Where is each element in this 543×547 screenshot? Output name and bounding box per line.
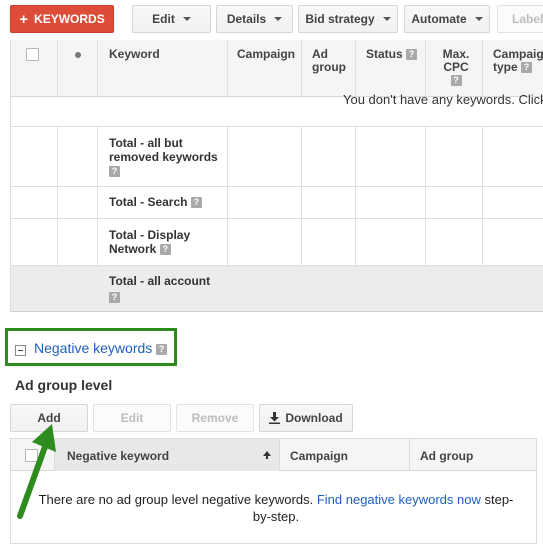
negative-campaign-column-header[interactable]: Campaign bbox=[280, 439, 410, 471]
total-search-label: Total - Search ? bbox=[109, 195, 202, 209]
labels-dropdown[interactable]: Labels bbox=[497, 5, 543, 33]
campaign-type-column-title: Campaign type ? bbox=[493, 48, 543, 74]
download-icon bbox=[269, 412, 281, 424]
edit-button-label: Edit bbox=[120, 411, 144, 425]
automate-dropdown-label: Automate bbox=[411, 12, 467, 26]
status-dot-icon bbox=[75, 52, 81, 58]
help-icon[interactable]: ? bbox=[156, 343, 168, 355]
total-row-search: Total - Search ? bbox=[11, 187, 543, 219]
edit-button[interactable]: Edit bbox=[93, 404, 171, 432]
edit-dropdown-label: Edit bbox=[152, 12, 175, 26]
empty-message-row: You don't have any keywords. Click bbox=[11, 92, 543, 127]
total-all-but-removed-label: Total - all but removed keywords ? bbox=[109, 136, 219, 178]
remove-button-label: Remove bbox=[191, 411, 239, 425]
keyword-column-label: Keyword bbox=[109, 47, 160, 61]
negative-keyword-column-header[interactable]: Negative keyword bbox=[55, 439, 280, 471]
negative-ad-group-column-header[interactable]: Ad group bbox=[410, 439, 536, 471]
negative-keyword-column-label: Negative keyword bbox=[67, 449, 170, 463]
total-account-text: Total - all account bbox=[109, 274, 211, 288]
negative-campaign-column-label: Campaign bbox=[290, 449, 349, 463]
help-icon[interactable]: ? bbox=[109, 166, 120, 178]
total-row-all-but-removed: Total - all but removed keywords ? bbox=[11, 127, 543, 187]
help-icon[interactable]: ? bbox=[159, 244, 171, 256]
keywords-table: Keyword Campaign Ad group Status ? Max. … bbox=[10, 40, 543, 312]
total-all-but-removed-text: Total - all but removed keywords bbox=[109, 136, 218, 164]
caret-down-icon bbox=[382, 17, 391, 21]
arrow-annotation bbox=[17, 424, 56, 519]
keywords-button-label: KEYWORDS bbox=[34, 12, 105, 26]
select-all-checkbox[interactable] bbox=[26, 48, 39, 61]
help-icon[interactable]: ? bbox=[109, 291, 120, 303]
negative-keywords-highlight: Negative keywords ? bbox=[5, 328, 177, 366]
caret-down-icon bbox=[274, 17, 283, 21]
total-account-label: Total - all account? bbox=[109, 274, 210, 303]
negative-keywords-table: Negative keyword Campaign Ad group There… bbox=[10, 438, 537, 544]
negative-empty-message: There are no ad group level negative key… bbox=[31, 491, 521, 525]
max-cpc-column-header[interactable]: Max. CPC? bbox=[426, 40, 483, 96]
bid-strategy-dropdown-label: Bid strategy bbox=[305, 12, 375, 26]
collapse-icon[interactable] bbox=[15, 345, 26, 356]
campaign-column-label: Campaign bbox=[237, 47, 296, 61]
help-icon[interactable]: ? bbox=[450, 75, 462, 87]
total-row-display: Total - Display Network ? bbox=[11, 219, 543, 266]
ad-group-level-title: Ad group level bbox=[15, 377, 113, 393]
status-column-header[interactable]: Status ? bbox=[356, 40, 426, 96]
download-button-label: Download bbox=[285, 411, 343, 425]
negative-keywords-link-label: Negative keywords bbox=[34, 340, 153, 356]
campaign-column-header[interactable]: Campaign bbox=[228, 40, 302, 96]
total-display-text: Total - Display Network bbox=[109, 228, 191, 256]
remove-button[interactable]: Remove bbox=[176, 404, 254, 432]
negative-keywords-table-header: Negative keyword Campaign Ad group bbox=[11, 439, 536, 471]
max-cpc-column-title: Max. CPC? bbox=[438, 48, 474, 87]
campaign-type-column-label: Campaign type bbox=[493, 47, 543, 74]
labels-dropdown-label: Labels bbox=[512, 12, 543, 26]
total-display-label: Total - Display Network ? bbox=[109, 228, 209, 256]
keyword-column-header[interactable]: Keyword bbox=[98, 40, 228, 96]
download-button[interactable]: Download bbox=[259, 404, 353, 432]
edit-dropdown[interactable]: Edit bbox=[132, 5, 211, 33]
total-row-account: Total - all account? bbox=[11, 266, 543, 312]
details-dropdown[interactable]: Details bbox=[216, 5, 293, 33]
ad-group-column-header[interactable]: Ad group bbox=[302, 40, 356, 96]
caret-down-icon bbox=[474, 17, 483, 21]
empty-keywords-message: You don't have any keywords. Click bbox=[343, 92, 543, 107]
negative-keywords-link[interactable]: Negative keywords ? bbox=[34, 340, 168, 356]
negative-empty-text: There are no ad group level negative key… bbox=[38, 492, 314, 507]
campaign-type-column-header[interactable]: Campaign type ? bbox=[483, 40, 543, 96]
automate-dropdown[interactable]: Automate bbox=[404, 5, 490, 33]
details-dropdown-label: Details bbox=[226, 12, 267, 26]
keywords-table-header: Keyword Campaign Ad group Status ? Max. … bbox=[11, 40, 543, 97]
plus-icon: + bbox=[19, 10, 29, 28]
help-icon[interactable]: ? bbox=[190, 197, 202, 209]
ad-group-column-label: Ad group bbox=[312, 47, 346, 74]
help-icon[interactable]: ? bbox=[406, 49, 418, 61]
total-search-text: Total - Search bbox=[109, 195, 188, 209]
max-cpc-column-label: Max. CPC bbox=[442, 47, 470, 74]
select-all-cell bbox=[11, 40, 58, 96]
keywords-button[interactable]: + KEYWORDS bbox=[10, 5, 114, 33]
sort-up-icon bbox=[263, 451, 271, 459]
status-column-title: Status ? bbox=[366, 47, 418, 61]
status-column-label: Status bbox=[366, 47, 403, 61]
negative-ad-group-column-label: Ad group bbox=[420, 449, 474, 463]
status-dot-cell bbox=[58, 40, 98, 96]
bid-strategy-dropdown[interactable]: Bid strategy bbox=[298, 5, 398, 33]
find-negative-keywords-link[interactable]: Find negative keywords now bbox=[317, 492, 481, 507]
help-icon[interactable]: ? bbox=[521, 62, 533, 74]
caret-down-icon bbox=[182, 17, 191, 21]
